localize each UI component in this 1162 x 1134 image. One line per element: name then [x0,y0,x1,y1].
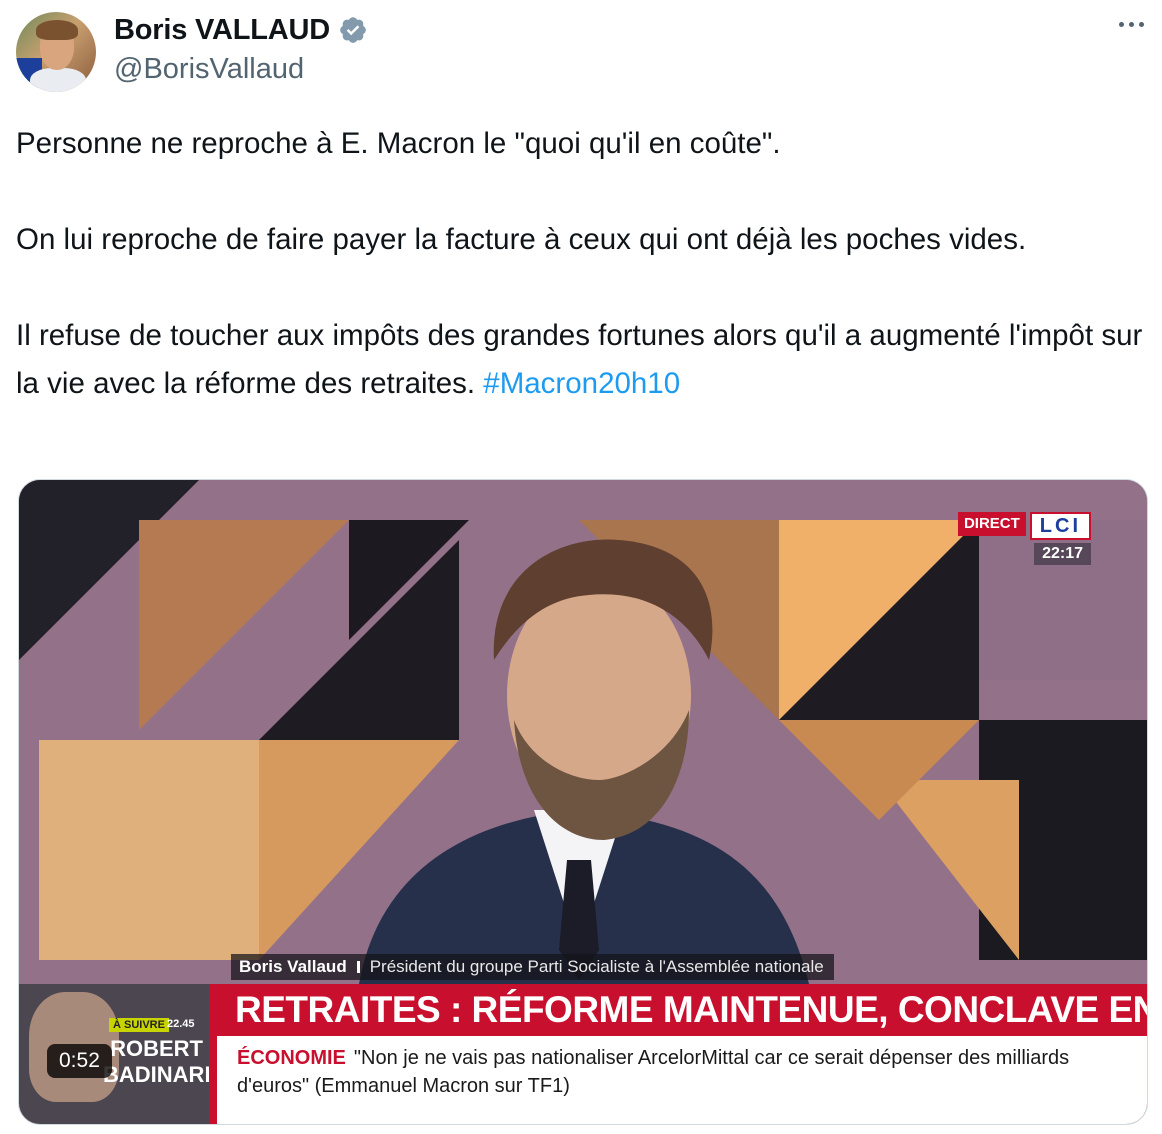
tweet-card: Boris VALLAUD @BorisVallaud Personne ne … [0,0,1162,1134]
up-next-time: 22.45 [167,1018,195,1030]
lci-logo-block: LCI 22:17 [1029,512,1091,565]
avatar-shirt [30,68,86,92]
guest-caption: Boris Vallaud Président du groupe Parti … [231,954,834,980]
video-duration: 0:52 [47,1044,112,1078]
author-handle[interactable]: @BorisVallaud [114,52,304,86]
ticker-text: "Non je ne vais pas nationaliser Arcelor… [237,1047,1070,1097]
dot [1119,22,1124,27]
news-headline: RETRAITES : RÉFORME MAINTENUE, CONCLAVE … [217,984,1147,1036]
author-display-name[interactable]: Boris VALLAUD [114,12,330,48]
news-ticker: ÉCONOMIE "Non je ne vais pas nationaliser… [237,1044,1117,1100]
dot [1139,22,1144,27]
avatar-hair [36,20,78,40]
paragraph-spacer [16,264,1146,312]
up-next-name: ROBERT BADINARD [103,1036,209,1087]
guest-role: Président du groupe Parti Socialiste à l… [369,957,824,976]
tweet-paragraph-1: Personne ne reproche à E. Macron le "quo… [16,127,781,160]
verified-badge-icon[interactable] [338,15,368,45]
channel-name: LCI [1029,512,1091,540]
tweet-paragraph-2: On lui reproche de faire payer la factur… [16,223,1027,256]
dot [1129,22,1134,27]
more-horizontal-icon[interactable] [1119,22,1144,27]
tweet-paragraph-3: Il refuse de toucher aux impôts des gran… [16,312,1146,408]
avatar[interactable] [16,12,96,92]
broadcast-clock: 22:17 [1034,543,1091,565]
up-next-badge: À SUIVRE [109,1018,169,1032]
ticker-category: ÉCONOMIE [237,1047,346,1069]
paragraph-spacer [16,168,1146,216]
lower-third: À SUIVRE 22.45 ROBERT BADINARD RETRAITES… [19,984,1147,1124]
red-divider [209,984,217,1124]
author-name-row: Boris VALLAUD [114,12,368,48]
hashtag-link[interactable]: #Macron20h10 [483,367,680,400]
caption-separator [356,961,360,973]
tweet-text: Personne ne reproche à E. Macron le "quo… [16,120,1146,408]
channel-logo: DIRECT LCI 22:17 [957,512,1091,565]
video-player[interactable]: DIRECT LCI 22:17 Boris Vallaud Président… [18,479,1148,1125]
live-badge: DIRECT [957,512,1026,536]
guest-name: Boris Vallaud [239,957,347,976]
